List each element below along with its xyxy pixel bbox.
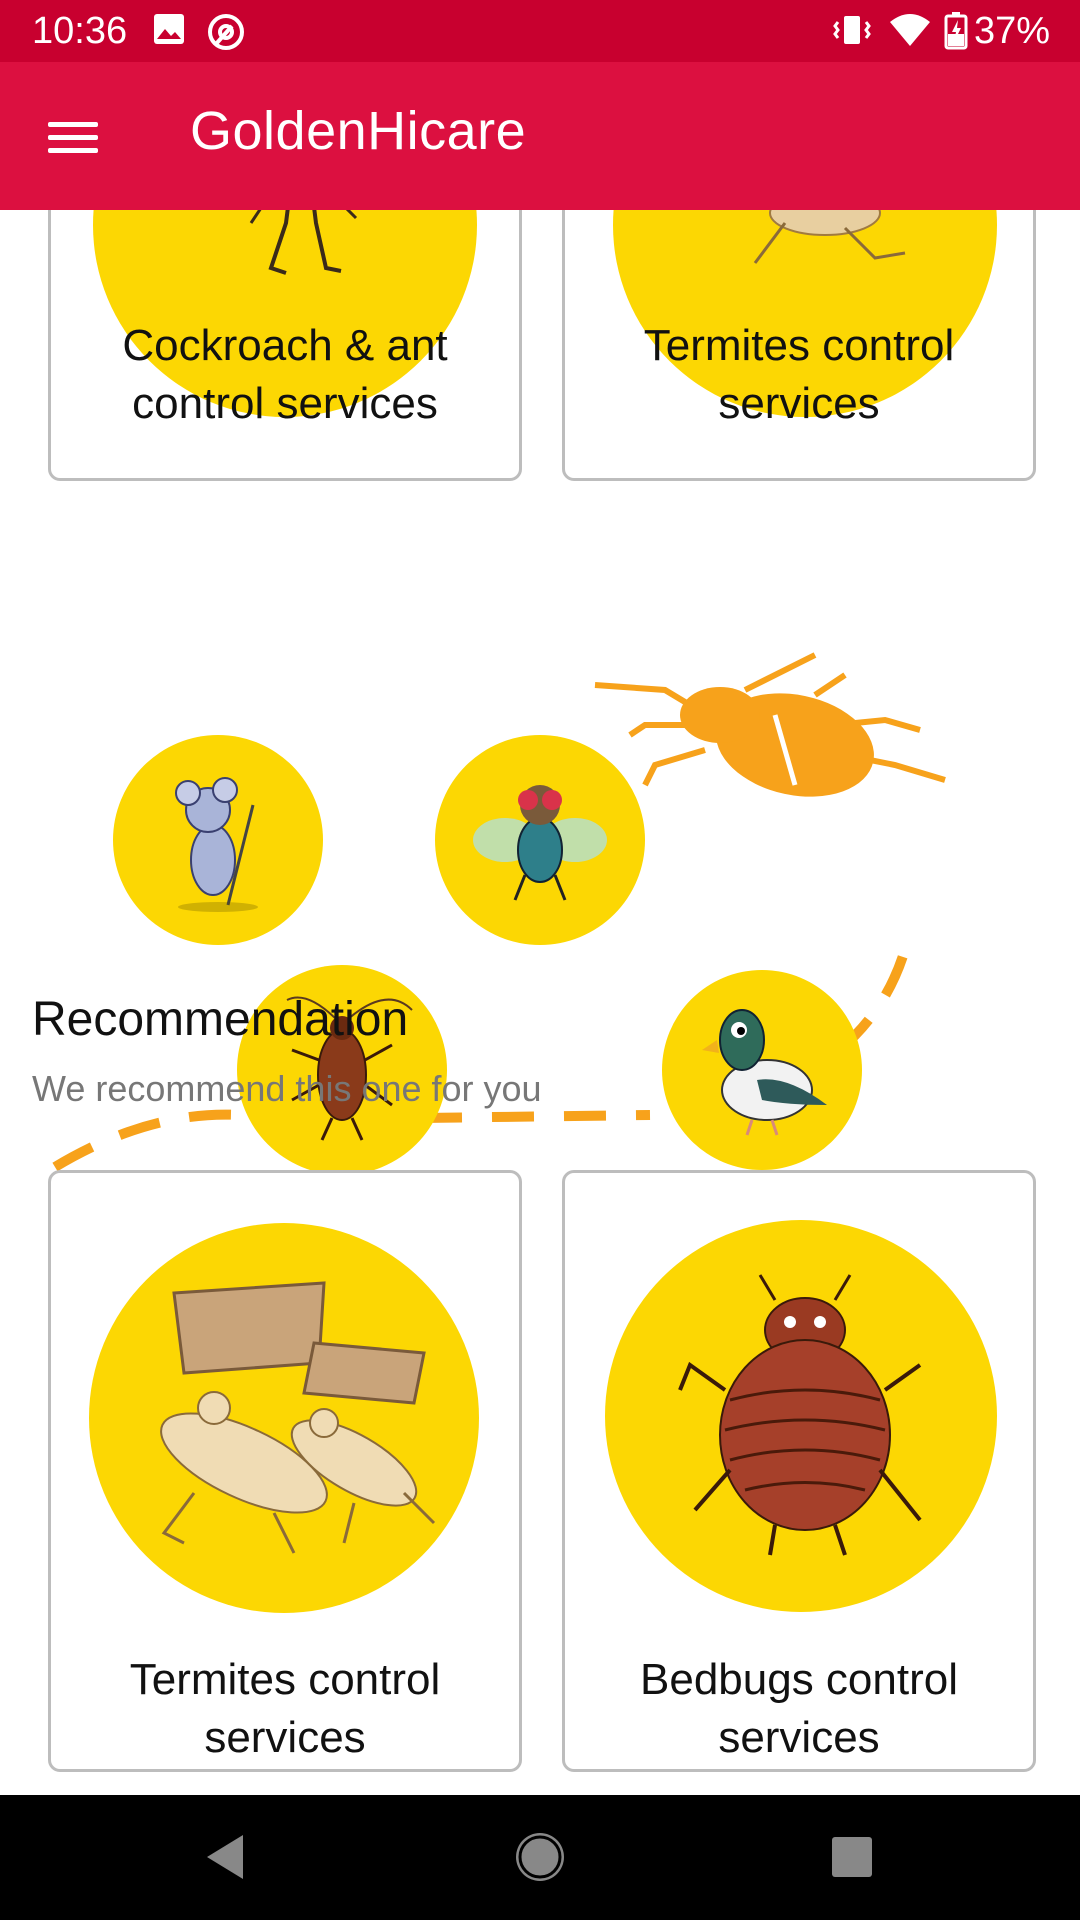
back-icon[interactable] bbox=[195, 1827, 255, 1887]
recommended-card-termites[interactable]: Termites control services bbox=[48, 1170, 522, 1772]
card-label: Termites control services bbox=[61, 1651, 509, 1767]
termite-legs-icon bbox=[753, 210, 906, 264]
recents-icon[interactable] bbox=[822, 1827, 882, 1887]
vibrate-icon bbox=[833, 16, 871, 44]
card-label: Termites control services bbox=[575, 317, 1023, 433]
card-label-line2: services bbox=[204, 1713, 366, 1762]
app-title: GoldenHicare bbox=[190, 101, 527, 161]
image-icon bbox=[154, 14, 184, 44]
status-time: 10:36 bbox=[32, 10, 128, 52]
card-label-line1: Cockroach & ant bbox=[122, 321, 448, 370]
hamburger-menu-icon[interactable] bbox=[38, 102, 108, 172]
bedbug-icon bbox=[678, 1274, 922, 1556]
card-label-line2: control services bbox=[132, 379, 438, 428]
pigeon-icon bbox=[702, 1009, 827, 1136]
card-label-line2: services bbox=[718, 379, 880, 428]
service-card-termites[interactable]: Termites control services bbox=[562, 210, 1036, 481]
termite-icon bbox=[160, 1281, 436, 1554]
pigeon-circle bbox=[662, 970, 862, 1170]
app-bar: GoldenHicare bbox=[0, 62, 1080, 210]
recommendation-subtitle: We recommend this one for you bbox=[32, 1068, 542, 1109]
card-label-line1: Bedbugs control bbox=[640, 1655, 958, 1704]
service-card-cockroach[interactable]: Cockroach & ant control services bbox=[48, 210, 522, 481]
navigation-bar bbox=[0, 1795, 1080, 1920]
recommended-card-bedbugs[interactable]: Bedbugs control services bbox=[562, 1170, 1036, 1772]
main-content[interactable]: Cockroach & ant control services Termite… bbox=[0, 210, 1080, 1795]
cockroach-legs-icon bbox=[249, 210, 358, 275]
home-icon[interactable] bbox=[510, 1827, 570, 1887]
termite-illustration-circle bbox=[89, 1223, 479, 1613]
card-label-line1: Termites control bbox=[643, 321, 955, 370]
mouse-icon bbox=[175, 777, 258, 912]
card-label: Cockroach & ant control services bbox=[61, 317, 509, 433]
mouse-circle bbox=[113, 735, 323, 945]
card-label-line2: services bbox=[718, 1713, 880, 1762]
at-sign-icon bbox=[208, 14, 244, 50]
status-bar: 10:36 37% bbox=[0, 0, 1080, 62]
card-label-line1: Termites control bbox=[129, 1655, 441, 1704]
card-label: Bedbugs control services bbox=[575, 1651, 1023, 1767]
battery-charging-icon bbox=[944, 12, 968, 50]
fly-icon bbox=[473, 785, 607, 901]
bedbug-illustration-circle bbox=[605, 1220, 997, 1612]
fly-circle bbox=[435, 735, 645, 945]
recommendation-title: Recommendation bbox=[32, 993, 409, 1046]
battery-percent: 37% bbox=[973, 10, 1050, 52]
wifi-icon bbox=[890, 14, 930, 46]
